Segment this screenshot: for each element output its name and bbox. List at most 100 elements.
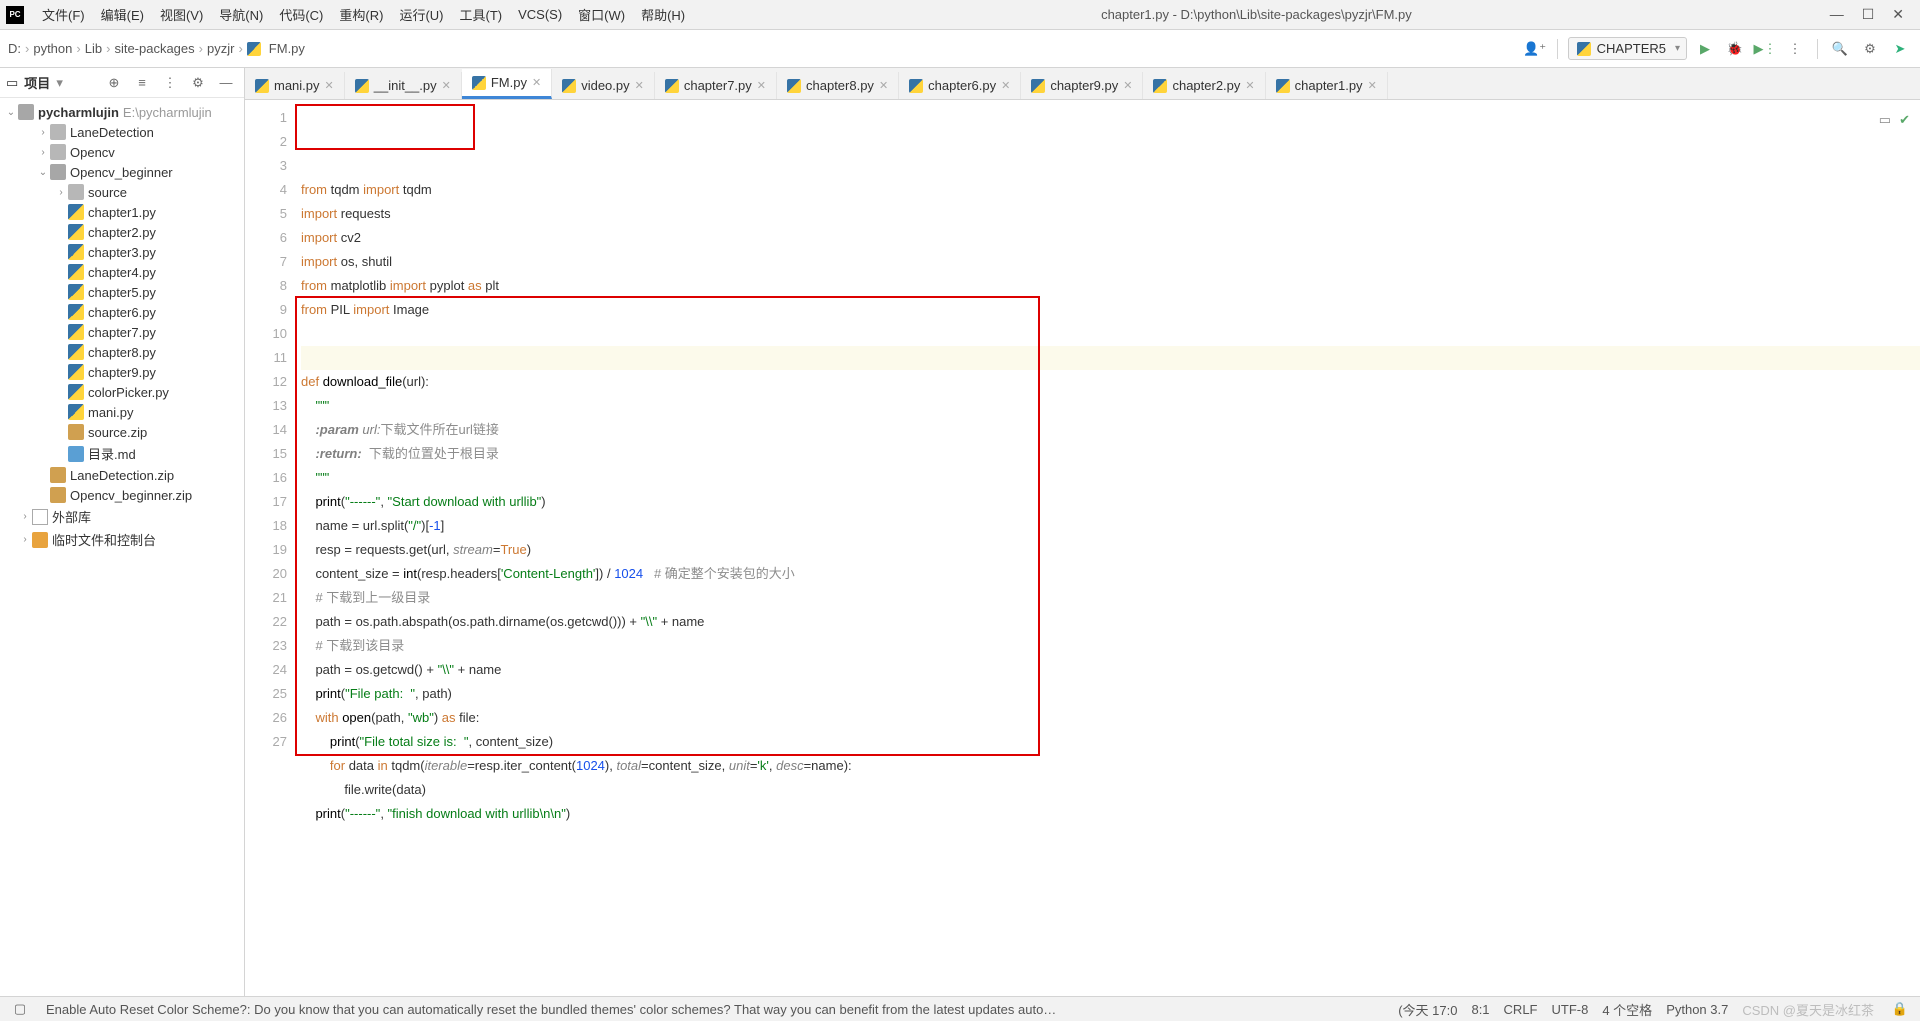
- code-with-me-icon[interactable]: ➤: [1888, 37, 1912, 61]
- tree-node[interactable]: ›LaneDetection: [0, 122, 244, 142]
- run-button[interactable]: ▶: [1693, 37, 1717, 61]
- code-line[interactable]: for data in tqdm(iterable=resp.iter_cont…: [301, 754, 1920, 778]
- editor-tab[interactable]: video.py✕: [552, 72, 655, 99]
- indent-info[interactable]: 4 个空格: [1602, 1000, 1652, 1019]
- close-tab-icon[interactable]: ✕: [635, 79, 644, 92]
- settings-button[interactable]: ⚙: [1858, 37, 1882, 61]
- line-number[interactable]: 5: [245, 202, 287, 226]
- breadcrumb-item[interactable]: site-packages: [114, 41, 194, 56]
- tree-node[interactable]: ›外部库: [0, 505, 244, 528]
- tree-node[interactable]: Opencv_beginner.zip: [0, 485, 244, 505]
- code-line[interactable]: def download_file(url):: [301, 370, 1920, 394]
- tree-node[interactable]: ›source: [0, 182, 244, 202]
- code-editor[interactable]: 1234567891011121314151617181920212223242…: [245, 100, 1920, 996]
- line-number[interactable]: 14: [245, 418, 287, 442]
- line-gutter[interactable]: 1234567891011121314151617181920212223242…: [245, 100, 295, 996]
- tree-node[interactable]: ⌄Opencv_beginner: [0, 162, 244, 182]
- line-number[interactable]: 3: [245, 154, 287, 178]
- close-tab-icon[interactable]: ✕: [757, 79, 766, 92]
- line-number[interactable]: 15: [245, 442, 287, 466]
- chevron-icon[interactable]: ›: [54, 187, 68, 198]
- chevron-icon[interactable]: ›: [18, 534, 32, 545]
- line-number[interactable]: 13: [245, 394, 287, 418]
- close-tab-icon[interactable]: ✕: [532, 76, 541, 89]
- tree-node[interactable]: chapter6.py: [0, 302, 244, 322]
- editor-tab[interactable]: chapter7.py✕: [655, 72, 777, 99]
- close-button[interactable]: ✕: [1892, 6, 1904, 23]
- line-number[interactable]: 24: [245, 658, 287, 682]
- line-number[interactable]: 16: [245, 466, 287, 490]
- menu-tools[interactable]: 工具(T): [451, 2, 510, 27]
- editor-tab[interactable]: mani.py✕: [245, 72, 345, 99]
- code-line[interactable]: print("------", "finish download with ur…: [301, 802, 1920, 826]
- line-number[interactable]: 7: [245, 250, 287, 274]
- close-tab-icon[interactable]: ✕: [879, 79, 888, 92]
- tree-node[interactable]: ›临时文件和控制台: [0, 528, 244, 551]
- tree-node[interactable]: 目录.md: [0, 442, 244, 465]
- line-number[interactable]: 12: [245, 370, 287, 394]
- breadcrumb-item[interactable]: pyzjr: [207, 41, 234, 56]
- tree-node[interactable]: chapter4.py: [0, 262, 244, 282]
- tree-node[interactable]: chapter5.py: [0, 282, 244, 302]
- chevron-icon[interactable]: ›: [36, 147, 50, 158]
- menu-window[interactable]: 窗口(W): [570, 2, 633, 27]
- menu-run[interactable]: 运行(U): [391, 2, 451, 27]
- code-content[interactable]: ▭ ✔ from tqdm import tqdmimport requests…: [295, 100, 1920, 996]
- code-line[interactable]: path = os.path.abspath(os.path.dirname(o…: [301, 610, 1920, 634]
- maximize-button[interactable]: ☐: [1862, 6, 1875, 23]
- menu-help[interactable]: 帮助(H): [633, 2, 693, 27]
- tree-node[interactable]: chapter8.py: [0, 342, 244, 362]
- collapse-all-icon[interactable]: ⋮: [158, 71, 182, 95]
- breadcrumb-item[interactable]: D:: [8, 41, 21, 56]
- inspection-ok-icon[interactable]: ✔: [1899, 108, 1910, 132]
- editor-tab[interactable]: chapter8.py✕: [777, 72, 899, 99]
- code-line[interactable]: """: [301, 466, 1920, 490]
- line-number[interactable]: 8: [245, 274, 287, 298]
- close-tab-icon[interactable]: ✕: [1123, 79, 1132, 92]
- dropdown-icon[interactable]: ▾: [56, 75, 63, 91]
- add-user-icon[interactable]: 👤⁺: [1523, 37, 1547, 61]
- debug-button[interactable]: 🐞: [1723, 37, 1747, 61]
- code-line[interactable]: """: [301, 394, 1920, 418]
- line-number[interactable]: 26: [245, 706, 287, 730]
- code-line[interactable]: print("File path: ", path): [301, 682, 1920, 706]
- close-tab-icon[interactable]: ✕: [1001, 79, 1010, 92]
- file-encoding[interactable]: UTF-8: [1552, 1002, 1589, 1017]
- tree-node[interactable]: chapter7.py: [0, 322, 244, 342]
- tree-node[interactable]: LaneDetection.zip: [0, 465, 244, 485]
- more-run-icon[interactable]: ⋮: [1783, 37, 1807, 61]
- chevron-icon[interactable]: ›: [18, 511, 32, 522]
- tree-node[interactable]: source.zip: [0, 422, 244, 442]
- minimize-button[interactable]: —: [1830, 6, 1844, 23]
- run-config-selector[interactable]: CHAPTER5: [1568, 37, 1687, 60]
- expand-all-icon[interactable]: ≡: [130, 71, 154, 95]
- line-number[interactable]: 17: [245, 490, 287, 514]
- close-tab-icon[interactable]: ✕: [1245, 79, 1254, 92]
- breadcrumb-item[interactable]: Lib: [85, 41, 102, 56]
- code-line[interactable]: print("------", "Start download with url…: [301, 490, 1920, 514]
- close-tab-icon[interactable]: ✕: [442, 79, 451, 92]
- code-line[interactable]: file.write(data): [301, 778, 1920, 802]
- project-root[interactable]: ⌄ pycharmlujin E:\pycharmlujin: [0, 102, 244, 122]
- code-line[interactable]: name = url.split("/")[-1]: [301, 514, 1920, 538]
- cursor-position[interactable]: 8:1: [1471, 1002, 1489, 1017]
- code-line[interactable]: with open(path, "wb") as file:: [301, 706, 1920, 730]
- code-line[interactable]: :param url:下载文件所在url链接: [301, 418, 1920, 442]
- tool-windows-icon[interactable]: ▢: [8, 997, 32, 1021]
- menu-edit[interactable]: 编辑(E): [93, 2, 152, 27]
- project-tree[interactable]: ⌄ pycharmlujin E:\pycharmlujin ›LaneDete…: [0, 98, 244, 996]
- code-line[interactable]: # 下载到上一级目录: [301, 586, 1920, 610]
- code-line[interactable]: resp = requests.get(url, stream=True): [301, 538, 1920, 562]
- editor-tab[interactable]: __init__.py✕: [345, 72, 462, 99]
- line-number[interactable]: 27: [245, 730, 287, 754]
- code-line[interactable]: from PIL import Image: [301, 298, 1920, 322]
- close-tab-icon[interactable]: ✕: [325, 79, 334, 92]
- menu-view[interactable]: 视图(V): [152, 2, 211, 27]
- code-line[interactable]: path = os.getcwd() + "\\" + name: [301, 658, 1920, 682]
- editor-tab[interactable]: chapter9.py✕: [1021, 72, 1143, 99]
- line-number[interactable]: 2: [245, 130, 287, 154]
- editor-tab[interactable]: chapter1.py✕: [1266, 72, 1388, 99]
- menu-refactor[interactable]: 重构(R): [331, 2, 391, 27]
- line-separator[interactable]: CRLF: [1504, 1002, 1538, 1017]
- tree-node[interactable]: chapter1.py: [0, 202, 244, 222]
